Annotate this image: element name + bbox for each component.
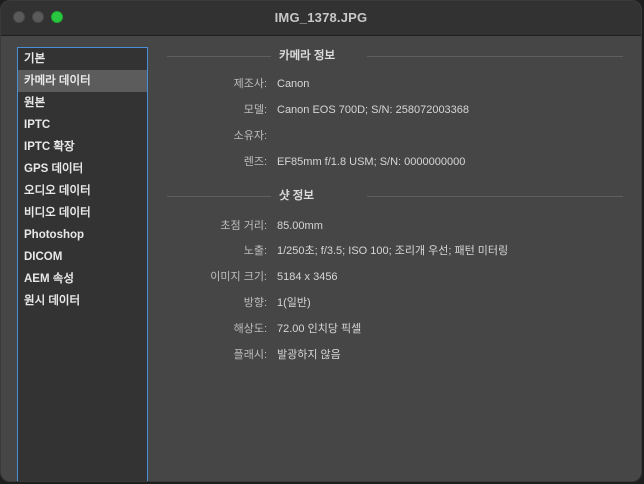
- sidebar-item-dicom[interactable]: DICOM: [18, 246, 147, 268]
- sidebar-item-iptc[interactable]: IPTC: [18, 114, 147, 136]
- field-row-resolution: 해상도: 72.00 인치당 픽셀: [161, 320, 631, 338]
- field-label: 이미지 크기:: [210, 271, 267, 283]
- shot-info-header: 샷 정보: [167, 188, 623, 204]
- title-bar[interactable]: IMG_1378.JPG: [1, 1, 641, 36]
- field-row-orientation: 방향: 1(일반): [161, 294, 631, 312]
- section-title: 샷 정보: [279, 190, 314, 202]
- category-sidebar: 기본 카메라 데이터 원본 IPTC IPTC 확장 GPS 데이터 오디오 데…: [17, 47, 148, 481]
- field-label: 소유자:: [233, 130, 267, 142]
- field-label: 렌즈:: [243, 156, 267, 168]
- field-label: 방향:: [243, 297, 267, 309]
- field-value: 85.00mm: [277, 220, 323, 232]
- divider: [367, 196, 623, 197]
- field-value: Canon: [277, 78, 310, 90]
- field-row-make: 제조사: Canon: [161, 75, 631, 93]
- sidebar-item-camera-data[interactable]: 카메라 데이터: [18, 70, 147, 92]
- sidebar-item-basic[interactable]: 기본: [18, 48, 147, 70]
- metadata-panel: 카메라 정보 제조사: Canon 모델: Canon EOS 700D; S/…: [161, 36, 641, 481]
- field-value: EF85mm f/1.8 USM; S/N: 0000000000: [277, 156, 466, 168]
- field-row-exposure: 노출: 1/250초; f/3.5; ISO 100; 조리개 우선; 패턴 미…: [161, 242, 631, 260]
- field-label: 초점 거리:: [220, 220, 267, 232]
- camera-info-header: 카메라 정보: [167, 48, 623, 64]
- field-label: 플래시:: [233, 349, 267, 361]
- divider: [167, 196, 271, 197]
- sidebar-item-raw-data[interactable]: 원시 데이터: [18, 290, 147, 312]
- field-value: 1(일반): [277, 297, 311, 309]
- field-value: Canon EOS 700D; S/N: 258072003368: [277, 104, 470, 116]
- window: IMG_1378.JPG 기본 카메라 데이터 원본 IPTC IPTC 확장 …: [0, 0, 642, 482]
- window-title: IMG_1378.JPG: [274, 10, 368, 25]
- content-area: 기본 카메라 데이터 원본 IPTC IPTC 확장 GPS 데이터 오디오 데…: [1, 36, 641, 481]
- field-value: 1/250초; f/3.5; ISO 100; 조리개 우선; 패턴 미터링: [277, 245, 509, 257]
- sidebar-item-aem-properties[interactable]: AEM 속성: [18, 268, 147, 290]
- field-row-flash: 플래시: 발광하지 않음: [161, 346, 631, 364]
- sidebar-item-audio-data[interactable]: 오디오 데이터: [18, 180, 147, 202]
- sidebar-item-iptc-extension[interactable]: IPTC 확장: [18, 136, 147, 158]
- field-label: 해상도:: [233, 323, 267, 335]
- sidebar-item-video-data[interactable]: 비디오 데이터: [18, 202, 147, 224]
- divider: [367, 56, 623, 57]
- field-label: 노출:: [243, 245, 267, 257]
- section-title: 카메라 정보: [279, 50, 336, 62]
- field-label: 모델:: [243, 104, 267, 116]
- field-value: 5184 x 3456: [277, 271, 338, 283]
- sidebar-item-origin[interactable]: 원본: [18, 92, 147, 114]
- field-row-lens: 렌즈: EF85mm f/1.8 USM; S/N: 0000000000: [161, 153, 631, 171]
- field-value: 발광하지 않음: [277, 349, 341, 361]
- field-row-image-size: 이미지 크기: 5184 x 3456: [161, 268, 631, 286]
- divider: [167, 56, 271, 57]
- field-row-focal-length: 초점 거리: 85.00mm: [161, 217, 631, 235]
- sidebar-item-gps-data[interactable]: GPS 데이터: [18, 158, 147, 180]
- field-label: 제조사:: [233, 78, 267, 90]
- field-row-owner: 소유자:: [161, 127, 631, 145]
- sidebar-item-photoshop[interactable]: Photoshop: [18, 224, 147, 246]
- field-row-model: 모델: Canon EOS 700D; S/N: 258072003368: [161, 101, 631, 119]
- field-value: 72.00 인치당 픽셀: [277, 323, 362, 335]
